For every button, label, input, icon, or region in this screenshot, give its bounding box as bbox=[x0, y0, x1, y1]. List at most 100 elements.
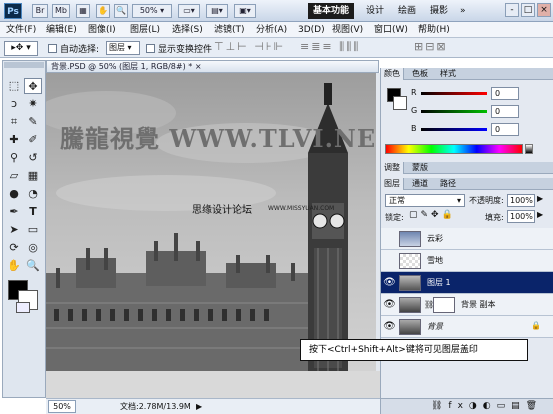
hand-tool-icon[interactable]: ✋ bbox=[5, 258, 23, 274]
distribute-icons[interactable]: ≡≣≡ ⫼⫼⫼ bbox=[300, 40, 360, 54]
crop-tool-icon[interactable]: ⌗ bbox=[5, 114, 23, 130]
eye-icon[interactable]: 👁 bbox=[383, 320, 396, 333]
restore-button[interactable]: □ bbox=[521, 3, 535, 17]
document-canvas[interactable]: 騰龍視覺 WWW.TLVI.NET 思缘设计论坛 WWW.MISSYUAN.CO… bbox=[46, 73, 376, 371]
opacity-field[interactable]: 100% bbox=[507, 194, 535, 207]
clone-stamp-tool-icon[interactable]: ⚲ bbox=[5, 150, 23, 166]
workspace-more-icon[interactable]: » bbox=[460, 3, 466, 19]
status-zoom[interactable]: 50% bbox=[48, 400, 76, 413]
menu-image[interactable]: 图像(I) bbox=[86, 22, 118, 38]
workspace-photography[interactable]: 摄影 bbox=[430, 3, 448, 19]
status-arrow-icon[interactable]: ▶ bbox=[196, 399, 202, 414]
type-tool-icon[interactable]: T bbox=[24, 204, 42, 220]
layer-mask-thumbnail[interactable] bbox=[433, 297, 455, 313]
eraser-tool-icon[interactable]: ▱ bbox=[5, 168, 23, 184]
visibility-off-icon[interactable] bbox=[383, 232, 396, 245]
channel-b-value[interactable]: 0 bbox=[491, 123, 519, 136]
menu-window[interactable]: 窗口(W) bbox=[372, 22, 410, 38]
layer-row-clouds[interactable]: 云彩 bbox=[381, 228, 553, 250]
opacity-arrow-icon[interactable]: ▶ bbox=[537, 194, 543, 203]
menu-analysis[interactable]: 分析(A) bbox=[254, 22, 289, 38]
screen-mode-icon[interactable]: ▣▾ bbox=[234, 4, 256, 18]
tool-preset-picker[interactable]: ▸✥ ▾ bbox=[4, 41, 38, 56]
path-selection-tool-icon[interactable]: ➤ bbox=[5, 222, 23, 238]
close-button[interactable]: × bbox=[537, 3, 551, 17]
color-spectrum-bar[interactable] bbox=[385, 144, 523, 154]
close-tab-icon[interactable]: × bbox=[195, 62, 202, 71]
move-tool-icon[interactable]: ✥ bbox=[24, 78, 42, 94]
marquee-tool-icon[interactable]: ⬚ bbox=[5, 78, 23, 94]
eyedropper-tool-icon[interactable]: ✎ bbox=[24, 114, 42, 130]
channel-r-slider[interactable] bbox=[421, 92, 487, 95]
view-extras-icon[interactable]: ▭▾ bbox=[178, 4, 200, 18]
align-icons[interactable]: ⊤⊥⊢ ⊣⊦⊩ bbox=[214, 40, 285, 53]
tab-channels[interactable]: 通道 bbox=[409, 178, 431, 190]
auto-select-dropdown[interactable]: 图层 ▾ bbox=[106, 41, 140, 55]
channel-r-value[interactable]: 0 bbox=[491, 87, 519, 100]
workspace-essentials[interactable]: 基本功能 bbox=[308, 3, 354, 19]
tab-styles[interactable]: 样式 bbox=[437, 68, 459, 80]
magic-wand-tool-icon[interactable]: ✷ bbox=[24, 96, 42, 112]
eye-icon[interactable]: 👁 bbox=[383, 298, 396, 311]
color-panel-background[interactable] bbox=[393, 96, 407, 110]
eye-icon[interactable]: 👁 bbox=[383, 276, 396, 289]
menu-view[interactable]: 视图(V) bbox=[330, 22, 365, 38]
zoom-level-dropdown[interactable]: 50% ▾ bbox=[132, 4, 172, 18]
history-brush-tool-icon[interactable]: ↺ bbox=[24, 150, 42, 166]
layer-row-layer1[interactable]: 👁 图层 1 bbox=[381, 272, 553, 294]
hand-icon[interactable]: ✋ bbox=[96, 4, 110, 18]
menu-layer[interactable]: 图层(L) bbox=[128, 22, 162, 38]
tab-layers[interactable]: 图层 bbox=[381, 178, 404, 190]
menu-help[interactable]: 帮助(H) bbox=[416, 22, 452, 38]
grayscale-ramp[interactable] bbox=[525, 144, 533, 154]
workspace-painting[interactable]: 绘画 bbox=[398, 3, 416, 19]
zoom-level-value: 50% bbox=[139, 6, 158, 15]
fill-arrow-icon[interactable]: ▶ bbox=[537, 210, 543, 219]
channel-r-label: R bbox=[411, 88, 417, 97]
menu-edit[interactable]: 编辑(E) bbox=[44, 22, 79, 38]
tab-paths[interactable]: 路径 bbox=[437, 178, 459, 190]
workspace-design[interactable]: 设计 bbox=[366, 3, 384, 19]
layers-footer-icons[interactable]: ⛓fx◑◐▭▤🗑 bbox=[381, 398, 553, 414]
shape-tool-icon[interactable]: ▭ bbox=[24, 222, 42, 238]
layer-row-snow[interactable]: 雪地 bbox=[381, 250, 553, 272]
layer-row-background-copy[interactable]: 👁 ⛓ 背景 副本 bbox=[381, 294, 553, 316]
zoom-tool-panel-icon[interactable]: 🔍 bbox=[24, 258, 42, 274]
tab-masks[interactable]: 蒙版 bbox=[409, 162, 431, 174]
arrange-documents-icon[interactable]: ▤▾ bbox=[206, 4, 228, 18]
lock-icons[interactable]: ▢✎✥🔒 bbox=[409, 210, 456, 220]
3d-rotate-tool-icon[interactable]: ⟳ bbox=[5, 240, 23, 256]
lasso-tool-icon[interactable]: ↄ bbox=[5, 96, 23, 112]
fill-field[interactable]: 100% bbox=[507, 210, 535, 223]
bridge-button[interactable]: Br bbox=[32, 4, 48, 18]
channel-g-slider[interactable] bbox=[421, 110, 487, 113]
minimize-button[interactable]: - bbox=[505, 3, 519, 17]
zoom-tool-icon[interactable]: 🔍 bbox=[114, 4, 128, 18]
healing-brush-tool-icon[interactable]: ✚ bbox=[5, 132, 23, 148]
layer-row-background[interactable]: 👁 背景 🔒 bbox=[381, 316, 553, 338]
gradient-tool-icon[interactable]: ▦ bbox=[24, 168, 42, 184]
tab-adjustments[interactable]: 调整 bbox=[381, 162, 404, 174]
channel-g-value[interactable]: 0 bbox=[491, 105, 519, 118]
auto-align-icons[interactable]: ⊞⊟⊠ bbox=[414, 40, 448, 53]
tab-swatches[interactable]: 色板 bbox=[409, 68, 431, 80]
brush-tool-icon[interactable]: ✐ bbox=[24, 132, 42, 148]
menu-3d[interactable]: 3D(D) bbox=[296, 22, 327, 38]
auto-select-checkbox[interactable] bbox=[48, 44, 57, 53]
3d-orbit-tool-icon[interactable]: ◎ bbox=[24, 240, 42, 256]
menu-select[interactable]: 选择(S) bbox=[170, 22, 205, 38]
pen-tool-icon[interactable]: ✒ bbox=[5, 204, 23, 220]
tab-color[interactable]: 颜色 bbox=[381, 68, 404, 80]
document-tab[interactable]: 背景.PSD @ 50% (图层 1, RGB/8#) * × bbox=[46, 60, 379, 73]
show-transform-checkbox[interactable] bbox=[146, 44, 155, 53]
mini-bridge-button[interactable]: Mb bbox=[52, 4, 70, 18]
grid-icon[interactable]: ▦ bbox=[76, 4, 90, 18]
blur-tool-icon[interactable]: ● bbox=[5, 186, 23, 202]
dodge-tool-icon[interactable]: ◔ bbox=[24, 186, 42, 202]
blend-mode-dropdown[interactable]: 正常 ▾ bbox=[385, 194, 465, 207]
menu-filter[interactable]: 滤镜(T) bbox=[212, 22, 247, 38]
visibility-off-icon[interactable] bbox=[383, 254, 396, 267]
channel-b-slider[interactable] bbox=[421, 128, 487, 131]
menu-file[interactable]: 文件(F) bbox=[4, 22, 38, 38]
quick-mask-icon[interactable] bbox=[16, 302, 30, 313]
